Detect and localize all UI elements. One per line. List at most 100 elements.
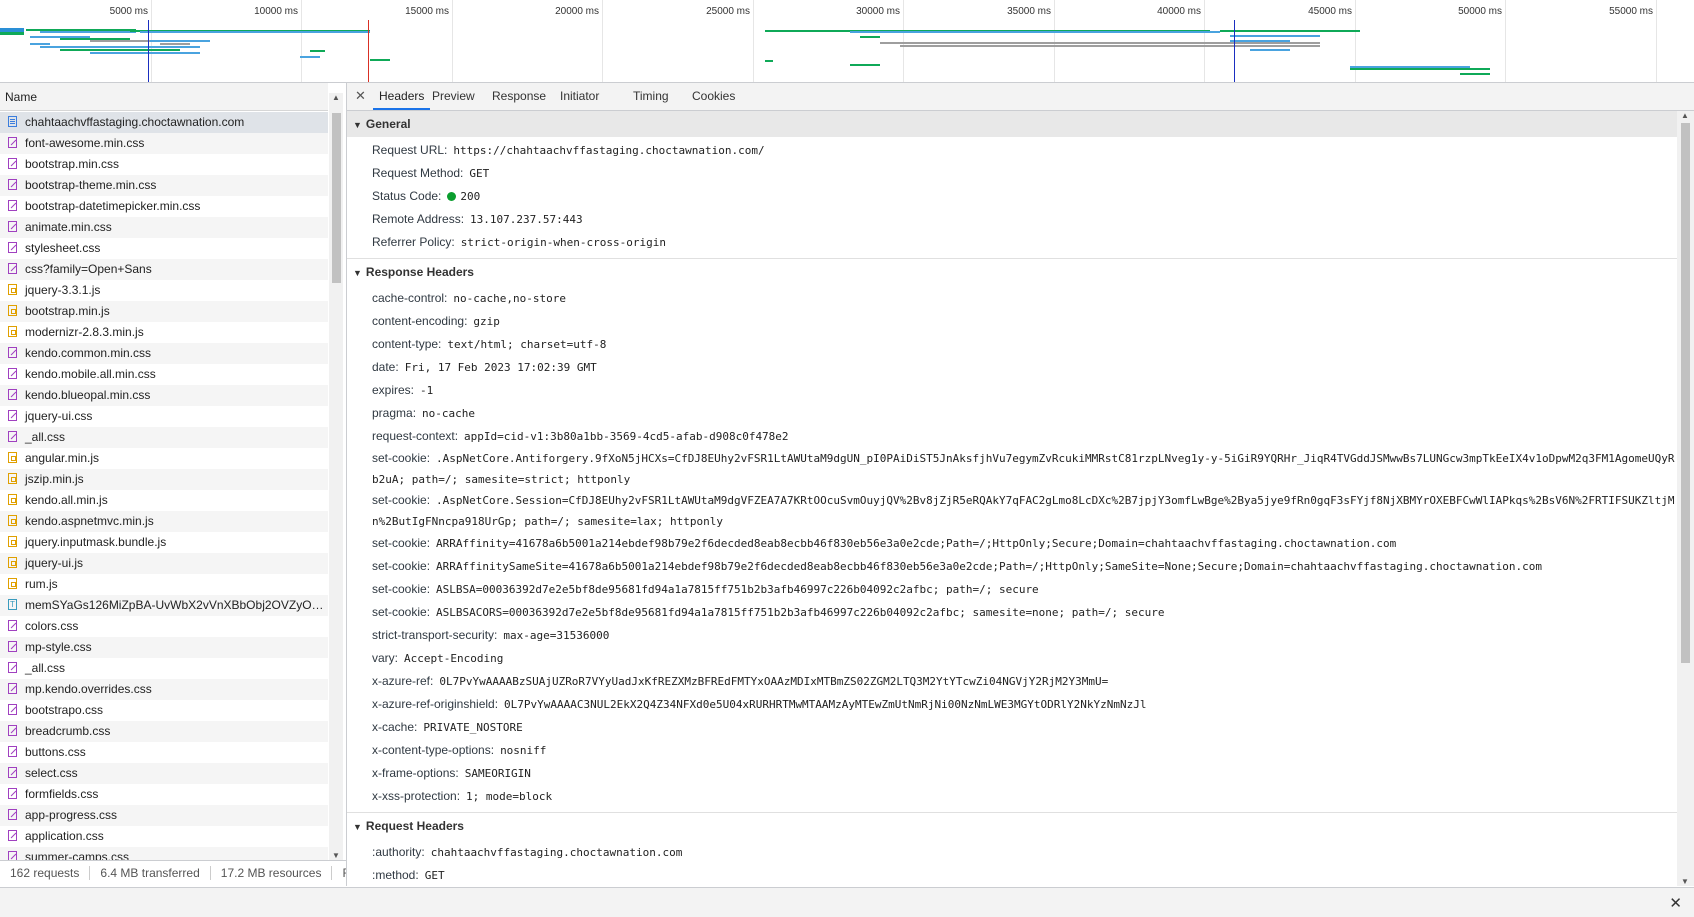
request-row[interactable]: mp-style.css xyxy=(0,637,328,658)
request-row[interactable]: select.css xyxy=(0,763,328,784)
overview-request-bar xyxy=(1350,68,1490,70)
network-overview-timeline[interactable]: 5000 ms 10000 ms 15000 ms 20000 ms 25000 ms 3… xyxy=(0,0,1694,83)
request-row[interactable]: bootstrap.min.css xyxy=(0,154,328,175)
scroll-up-arrow-icon[interactable]: ▲ xyxy=(1681,111,1689,120)
request-row[interactable]: animate.min.css xyxy=(0,217,328,238)
request-row[interactable]: css?family=Open+Sans xyxy=(0,259,328,280)
overview-tick-label: 20000 ms xyxy=(555,6,599,17)
request-list-pane: Name chahtaachvffastaging.choctawnation.… xyxy=(0,83,347,887)
font-file-icon: T xyxy=(8,599,17,610)
header-key: request-context: xyxy=(372,429,459,443)
section-general-header[interactable]: ▼ General xyxy=(347,111,1677,137)
request-row[interactable]: application.css xyxy=(0,826,328,847)
header-key: x-frame-options: xyxy=(372,766,459,780)
bottom-drawer: ✕ xyxy=(0,887,1694,917)
request-row[interactable]: colors.css xyxy=(0,616,328,637)
header-value: 1; mode=block xyxy=(466,790,553,803)
header-row: x-cache: PRIVATE_NOSTORE xyxy=(347,716,1677,739)
request-row[interactable]: jszip.min.js xyxy=(0,469,328,490)
request-row[interactable]: kendo.aspnetmvc.min.js xyxy=(0,511,328,532)
request-row[interactable]: kendo.mobile.all.min.css xyxy=(0,364,328,385)
header-key: content-encoding: xyxy=(372,314,468,328)
request-row[interactable]: mp.kendo.overrides.css xyxy=(0,679,328,700)
request-row[interactable]: jquery-ui.css xyxy=(0,406,328,427)
request-row[interactable]: kendo.blueopal.min.css xyxy=(0,385,328,406)
overview-request-bar xyxy=(310,50,325,52)
column-header-name[interactable]: Name xyxy=(0,83,328,111)
section-request-headers-header[interactable]: ▼ Request Headers xyxy=(347,812,1677,839)
request-row[interactable]: stylesheet.css xyxy=(0,238,328,259)
header-value: ARRAffinity=41678a6b5001a214ebdef98b79e2… xyxy=(436,537,1397,550)
css-file-icon xyxy=(8,620,17,631)
overview-request-bar xyxy=(765,30,850,32)
request-row[interactable]: TmemSYaGs126MiZpBA-UvWbX2vVnXBbObj2OVZyO… xyxy=(0,595,328,616)
request-row[interactable]: jquery-ui.js xyxy=(0,553,328,574)
header-row: Remote Address: 13.107.237.57:443 xyxy=(347,208,1677,231)
overview-request-bar xyxy=(140,31,370,33)
request-row[interactable]: summer-camps.css xyxy=(0,847,328,860)
scroll-down-arrow-icon[interactable]: ▼ xyxy=(1681,877,1689,886)
request-row[interactable]: _all.css xyxy=(0,658,328,679)
doc-file-icon xyxy=(8,116,17,127)
request-row[interactable]: app-progress.css xyxy=(0,805,328,826)
header-row: cache-control: no-cache,no-store xyxy=(347,287,1677,310)
details-scroll-thumb[interactable] xyxy=(1681,123,1690,663)
request-row[interactable]: buttons.css xyxy=(0,742,328,763)
tab-response[interactable]: Response xyxy=(486,83,552,110)
request-row[interactable]: bootstrap-theme.min.css xyxy=(0,175,328,196)
request-row[interactable]: bootstrapo.css xyxy=(0,700,328,721)
request-name: summer-camps.css xyxy=(25,850,130,860)
request-row[interactable]: modernizr-2.8.3.min.js xyxy=(0,322,328,343)
scroll-up-arrow-icon[interactable]: ▲ xyxy=(332,93,340,102)
request-list-scrollbar[interactable]: ▲ ▼ xyxy=(329,93,343,860)
request-list-scroll-thumb[interactable] xyxy=(332,113,341,283)
request-row[interactable]: kendo.all.min.js xyxy=(0,490,328,511)
js-file-icon xyxy=(8,452,17,463)
js-file-icon xyxy=(8,536,17,547)
request-row[interactable]: chahtaachvffastaging.choctawnation.com xyxy=(0,112,328,133)
overview-tick-label: 55000 ms xyxy=(1609,6,1653,17)
request-row[interactable]: rum.js xyxy=(0,574,328,595)
header-value: .AspNetCore.Session=CfDJ8EUhy2vFSR1LtAWU… xyxy=(372,494,1675,528)
header-row: set-cookie: ASLBSACORS=00036392d7e2e5bf8d… xyxy=(347,601,1677,624)
request-row[interactable]: bootstrap-datetimepicker.min.css xyxy=(0,196,328,217)
tab-preview[interactable]: Preview xyxy=(426,83,481,110)
header-key: x-content-type-options: xyxy=(372,743,495,757)
tab-headers[interactable]: Headers xyxy=(373,83,431,110)
request-header-rows: :authority: chahtaachvffastaging.choctawn… xyxy=(347,839,1677,886)
request-row[interactable]: jquery-3.3.1.js xyxy=(0,280,328,301)
tab-initiator[interactable]: Initiator xyxy=(554,83,605,110)
request-details-pane: ✕ Headers Preview Response Initiator Timing C… xyxy=(347,83,1694,886)
request-row[interactable]: angular.min.js xyxy=(0,448,328,469)
scroll-down-arrow-icon[interactable]: ▼ xyxy=(332,851,340,860)
request-row[interactable]: kendo.common.min.css xyxy=(0,343,328,364)
request-row[interactable]: formfields.css xyxy=(0,784,328,805)
request-row[interactable]: breadcrumb.css xyxy=(0,721,328,742)
header-row: set-cookie: ASLBSA=00036392d7e2e5bf8de956… xyxy=(347,578,1677,601)
request-name: application.css xyxy=(25,829,104,843)
section-title: General xyxy=(365,117,411,131)
header-value: max-age=31536000 xyxy=(503,629,610,642)
header-row: pragma: no-cache xyxy=(347,402,1677,425)
overview-request-bar xyxy=(40,46,200,48)
tab-timing[interactable]: Timing xyxy=(627,83,675,110)
close-icon[interactable]: ✕ xyxy=(1669,894,1682,912)
tab-cookies[interactable]: Cookies xyxy=(686,83,741,110)
header-row: x-azure-ref: 0L7PvYwAAAABzSUAjUZRoR7VYyUa… xyxy=(347,670,1677,693)
section-response-headers-header[interactable]: ▼ Response Headers xyxy=(347,258,1677,285)
request-name: kendo.aspnetmvc.min.js xyxy=(25,514,154,528)
status-ok-icon xyxy=(447,192,457,201)
overview-event-marker xyxy=(1234,20,1235,82)
request-row[interactable]: _all.css xyxy=(0,427,328,448)
close-icon[interactable]: ✕ xyxy=(355,88,366,104)
overview-tick-label: 30000 ms xyxy=(856,6,900,17)
triangle-down-icon: ▼ xyxy=(353,120,362,130)
request-row[interactable]: jquery.inputmask.bundle.js xyxy=(0,532,328,553)
request-row[interactable]: bootstrap.min.js xyxy=(0,301,328,322)
request-row[interactable]: font-awesome.min.css xyxy=(0,133,328,154)
request-name: jquery-3.3.1.js xyxy=(25,283,101,297)
details-scrollbar[interactable]: ▲ ▼ xyxy=(1677,111,1694,886)
header-key: pragma: xyxy=(372,406,417,420)
css-file-icon xyxy=(8,242,17,253)
request-name: chahtaachvffastaging.choctawnation.com xyxy=(25,115,245,129)
